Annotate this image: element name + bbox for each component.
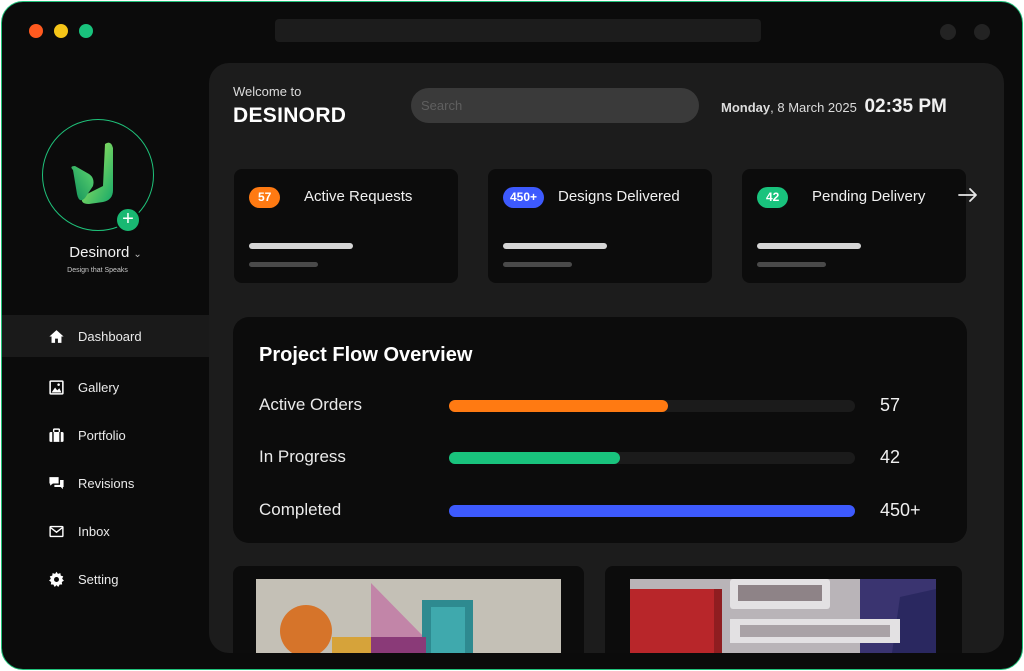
maximize-window-button[interactable] bbox=[79, 24, 93, 38]
progress-track bbox=[449, 452, 855, 464]
sidebar-item-label: Portfolio bbox=[78, 427, 126, 443]
progress-fill bbox=[449, 452, 620, 464]
progress-fill bbox=[449, 400, 669, 412]
artwork-image bbox=[256, 579, 561, 653]
stat-label: Pending Delivery bbox=[812, 188, 926, 205]
traffic-lights bbox=[29, 24, 93, 38]
minimize-window-button[interactable] bbox=[54, 24, 68, 38]
sidebar-item-gallery[interactable]: Gallery bbox=[2, 363, 209, 411]
close-window-button[interactable] bbox=[29, 24, 43, 38]
placeholder-line bbox=[249, 243, 353, 249]
sidebar-item-label: Setting bbox=[78, 571, 119, 587]
sidebar-item-label: Inbox bbox=[78, 523, 110, 539]
workspace-switcher[interactable]: Desinord ⌄ bbox=[2, 244, 209, 261]
stat-label: Active Requests bbox=[304, 188, 413, 205]
main-panel: Welcome to DESINORD Monday, 8 March 2025… bbox=[209, 63, 1004, 653]
stat-card-designs-delivered[interactable]: 450+ Designs Delivered bbox=[488, 169, 712, 283]
image-icon bbox=[49, 379, 64, 395]
chat-icon bbox=[49, 476, 64, 489]
search-input[interactable] bbox=[411, 88, 699, 123]
placeholder-line bbox=[249, 262, 318, 267]
gear-icon bbox=[49, 571, 64, 587]
flow-value: 42 bbox=[880, 447, 901, 467]
sidebar-item-setting[interactable]: Setting bbox=[2, 555, 209, 603]
window-control-button[interactable] bbox=[974, 24, 990, 40]
flow-row: In Progress 42 bbox=[233, 446, 967, 470]
address-bar[interactable] bbox=[275, 19, 761, 42]
flow-label: In Progress bbox=[259, 447, 346, 466]
count-badge: 57 bbox=[249, 187, 281, 208]
add-profile-button[interactable]: + bbox=[115, 207, 141, 233]
progress-track bbox=[449, 505, 855, 517]
flow-row: Completed 450+ bbox=[233, 499, 967, 523]
sidebar-nav: Dashboard Gallery Portfolio Revisions In… bbox=[2, 315, 209, 603]
home-icon bbox=[49, 329, 64, 343]
stat-card-pending-delivery[interactable]: 42 Pending Delivery bbox=[742, 169, 966, 283]
welcome-text: Welcome to bbox=[233, 84, 302, 99]
chevron-down-icon: ⌄ bbox=[133, 249, 142, 260]
gallery-thumbnail[interactable] bbox=[605, 566, 962, 653]
artwork-image bbox=[630, 579, 936, 653]
count-badge: 42 bbox=[757, 187, 789, 208]
plus-icon: + bbox=[122, 208, 134, 230]
date-text: , 8 March 2025 bbox=[770, 100, 857, 115]
app-window: + Desinord ⌄ Design that Speaks Dashboard… bbox=[1, 1, 1023, 670]
flow-value: 57 bbox=[880, 395, 901, 415]
briefcase-icon bbox=[49, 427, 64, 442]
brand-name: Desinord bbox=[69, 244, 130, 261]
progress-track bbox=[449, 400, 855, 412]
sidebar-item-portfolio[interactable]: Portfolio bbox=[2, 411, 209, 459]
gallery-thumbnail[interactable] bbox=[233, 566, 584, 653]
stat-label: Designs Delivered bbox=[558, 188, 680, 205]
mail-icon bbox=[49, 525, 64, 537]
sidebar-item-revisions[interactable]: Revisions bbox=[2, 459, 209, 507]
flow-value: 450+ bbox=[880, 500, 921, 520]
page-title: DESINORD bbox=[233, 104, 347, 127]
window-control-button[interactable] bbox=[940, 24, 956, 40]
sidebar-item-inbox[interactable]: Inbox bbox=[2, 507, 209, 555]
stat-card-active-requests[interactable]: 57 Active Requests bbox=[234, 169, 458, 283]
date-time: Monday, 8 March 2025 02:35 PM bbox=[721, 96, 947, 118]
progress-fill bbox=[449, 505, 855, 517]
count-badge: 450+ bbox=[503, 187, 545, 208]
sidebar-item-dashboard[interactable]: Dashboard bbox=[2, 315, 209, 357]
flow-label: Completed bbox=[259, 500, 342, 519]
placeholder-line bbox=[757, 262, 826, 267]
sidebar-item-label: Dashboard bbox=[78, 328, 142, 344]
sidebar-item-label: Revisions bbox=[78, 475, 135, 491]
flow-row: Active Orders 57 bbox=[233, 394, 967, 418]
brand-tagline: Design that Speaks bbox=[67, 267, 128, 274]
time-text: 02:35 PM bbox=[864, 96, 947, 117]
placeholder-line bbox=[503, 243, 607, 249]
sidebar-item-label: Gallery bbox=[78, 379, 120, 395]
placeholder-line bbox=[503, 262, 572, 267]
desinord-logo-icon bbox=[71, 142, 113, 204]
flow-title: Project Flow Overview bbox=[259, 344, 473, 366]
arrow-right-icon[interactable] bbox=[957, 185, 979, 205]
project-flow-card: Project Flow Overview Active Orders 57 I… bbox=[233, 317, 967, 543]
day-text: Monday bbox=[721, 100, 771, 115]
flow-label: Active Orders bbox=[259, 395, 362, 414]
placeholder-line bbox=[757, 243, 861, 249]
